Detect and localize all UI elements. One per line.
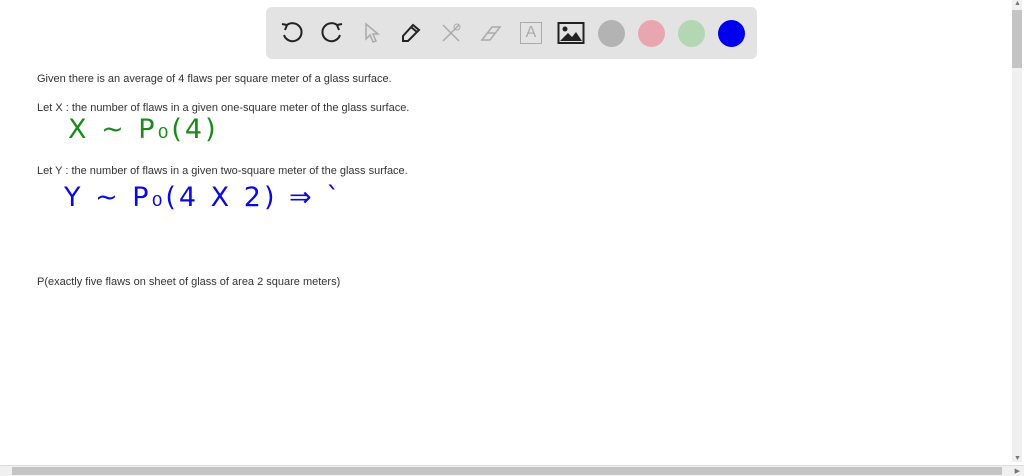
horizontal-scrollbar[interactable]: ▶: [0, 465, 1024, 476]
text-line-let-y: Let Y : the number of flaws in a given t…: [37, 165, 408, 177]
drawing-toolbar: A: [266, 7, 757, 59]
image-icon[interactable]: [557, 19, 585, 47]
pointer-icon[interactable]: [358, 19, 386, 47]
redo-icon[interactable]: [318, 19, 346, 47]
scroll-right-icon[interactable]: ▶: [1015, 467, 1020, 475]
eraser-icon[interactable]: [477, 19, 505, 47]
undo-icon[interactable]: [278, 19, 306, 47]
horizontal-scroll-thumb[interactable]: [12, 467, 1002, 475]
scroll-up-icon[interactable]: ▲: [1014, 0, 1021, 7]
color-blue[interactable]: [718, 20, 745, 47]
vertical-scrollbar[interactable]: ▲ ▼: [1012, 0, 1022, 462]
color-pink[interactable]: [638, 20, 665, 47]
text-line-given: Given there is an average of 4 flaws per…: [37, 73, 392, 85]
color-gray[interactable]: [598, 20, 625, 47]
text-icon[interactable]: A: [517, 19, 545, 47]
vertical-scroll-thumb[interactable]: [1012, 10, 1022, 68]
handwriting-x-distribution: X ~ P₀(4): [68, 114, 219, 145]
color-green[interactable]: [678, 20, 705, 47]
handwriting-y-distribution: Y ~ P₀(4 X 2) ⇒ `: [64, 182, 343, 213]
text-line-probability: P(exactly five flaws on sheet of glass o…: [37, 276, 341, 288]
tools-icon[interactable]: [437, 19, 465, 47]
scroll-down-icon[interactable]: ▼: [1014, 455, 1021, 462]
pen-icon[interactable]: [397, 19, 425, 47]
text-line-let-x: Let X : the number of flaws in a given o…: [37, 102, 410, 114]
